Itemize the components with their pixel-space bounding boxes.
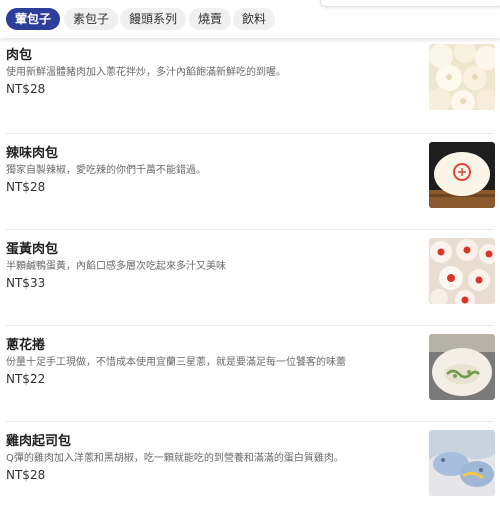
item-photo[interactable] xyxy=(429,142,495,208)
menu-item[interactable]: 蛋黃肉包 半顆鹹鴨蛋黃，內餡口感多層次吃起來多汁又美味 NT$33 xyxy=(0,229,500,325)
item-price: NT$33 xyxy=(6,276,46,290)
item-photo[interactable] xyxy=(429,238,495,304)
item-divider xyxy=(6,325,494,326)
menu-item[interactable]: 肉包 使用新鮮溫體豬肉加入蔥花拌炒，多汁內餡飽滿新鮮吃的到喔。 NT$28 xyxy=(0,38,500,134)
item-photo[interactable] xyxy=(429,334,495,400)
item-price: NT$28 xyxy=(6,180,46,194)
item-divider xyxy=(6,133,494,134)
stamped-bun-photo xyxy=(429,142,495,208)
category-tab-veg-buns[interactable]: 素包子 xyxy=(64,8,119,30)
category-tab-shumai[interactable]: 燒賣 xyxy=(189,8,232,30)
category-tab-meat-buns[interactable]: 葷包子 xyxy=(6,8,61,30)
item-divider xyxy=(6,421,494,422)
item-description: 獨家自製辣椒，愛吃辣的你們千萬不能錯過。 xyxy=(6,165,206,176)
item-name: 蔥花捲 xyxy=(6,338,46,353)
menu-item[interactable]: 辣味肉包 獨家自製辣椒，愛吃辣的你們千萬不能錯過。 NT$28 xyxy=(0,133,500,229)
item-name: 蛋黃肉包 xyxy=(6,242,59,257)
menu-item[interactable]: 蔥花捲 份量十足手工現做，不惜成本使用宜蘭三星蔥，就是要滿足每一位饕客的味蕾 N… xyxy=(0,325,500,421)
red-stamped-buns-photo xyxy=(429,238,495,304)
item-description: 份量十足手工現做，不惜成本使用宜蘭三星蔥，就是要滿足每一位饕客的味蕾 xyxy=(6,357,346,368)
item-description: 半顆鹹鴨蛋黃，內餡口感多層次吃起來多汁又美味 xyxy=(6,261,226,272)
item-photo[interactable] xyxy=(429,44,495,110)
item-name: 雞肉起司包 xyxy=(6,434,72,449)
item-divider xyxy=(6,229,494,230)
plain-buns-photo xyxy=(429,44,495,110)
item-description: Q彈的雞肉加入洋蔥和黑胡椒，吃一顆就能吃的到營養和滿滿的蛋白質雞肉。 xyxy=(6,453,344,464)
item-photo[interactable] xyxy=(429,430,495,496)
item-name: 辣味肉包 xyxy=(6,146,59,161)
item-name: 肉包 xyxy=(6,48,33,63)
category-tab-mantou[interactable]: 饅頭系列 xyxy=(120,8,187,30)
item-price: NT$22 xyxy=(6,372,46,386)
item-price: NT$28 xyxy=(6,468,46,482)
item-price: NT$28 xyxy=(6,82,46,96)
chicken-cheese-bun-photo xyxy=(429,430,495,496)
category-tab-drinks[interactable]: 飲料 xyxy=(233,8,276,30)
item-description: 使用新鮮溫體豬肉加入蔥花拌炒，多汁內餡飽滿新鮮吃的到喔。 xyxy=(6,67,286,78)
scallion-roll-photo xyxy=(429,334,495,400)
popup-edge xyxy=(320,0,500,7)
